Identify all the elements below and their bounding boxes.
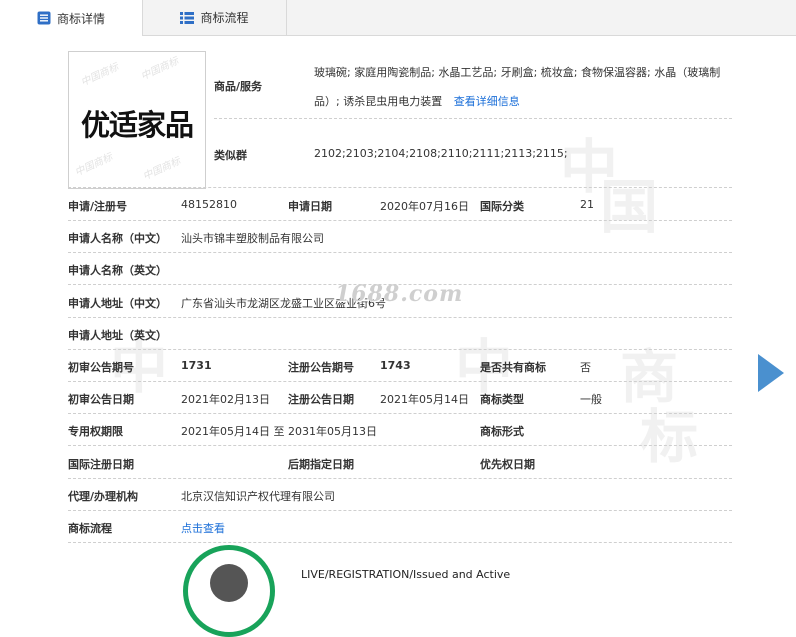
prelim-date-value: 2021年02月13日 xyxy=(181,393,270,406)
divider xyxy=(214,118,732,119)
intl-reg-date-label: 国际注册日期 xyxy=(68,458,134,471)
status-seal-icon xyxy=(183,545,275,637)
watermark-char-4: 标 xyxy=(640,403,699,471)
tm-type-label: 商标类型 xyxy=(480,393,524,406)
apply-date-value: 2020年07月16日 xyxy=(380,200,469,213)
agent-value: 北京汉信知识产权代理有限公司 xyxy=(181,490,335,503)
stamp-watermark: 中国商标 xyxy=(139,55,181,83)
trademark-logo-text: 优适家品 xyxy=(80,108,194,142)
tab-label: 商标详情 xyxy=(56,11,105,26)
view-details-link[interactable]: 查看详细信息 xyxy=(454,95,520,108)
reg-no-value: 48152810 xyxy=(181,198,237,211)
divider xyxy=(68,478,732,479)
list-icon xyxy=(180,11,195,24)
seal-center xyxy=(210,564,248,602)
divider xyxy=(68,413,732,414)
exclusive-value: 2021年05月14日 至 2031年05月13日 xyxy=(181,425,377,438)
status-text: LIVE/REGISTRATION/Issued and Active xyxy=(301,568,511,581)
prelim-no-label: 初审公告期号 xyxy=(68,361,134,374)
divider xyxy=(68,349,732,350)
divider xyxy=(68,445,732,446)
view-process-link[interactable]: 点击查看 xyxy=(181,520,225,536)
site-watermark: 1688.com xyxy=(335,281,464,307)
reg-pub-no-label: 注册公告期号 xyxy=(288,361,354,374)
divider xyxy=(68,252,732,253)
address-en-label: 申请人地址（英文） xyxy=(68,329,167,342)
applicant-en-label: 申请人名称（英文） xyxy=(68,264,167,277)
stamp-watermark: 中国商标 xyxy=(73,151,115,179)
reg-pub-date-value: 2021年05月14日 xyxy=(380,393,469,406)
next-arrow-icon[interactable] xyxy=(758,354,784,392)
later-date-label: 后期指定日期 xyxy=(288,458,354,471)
prelim-date-label: 初审公告日期 xyxy=(68,393,134,406)
agent-label: 代理/办理机构 xyxy=(68,490,139,503)
tab-trademark-details[interactable]: 商标详情 xyxy=(0,0,143,36)
exclusive-label: 专用权期限 xyxy=(68,425,123,438)
tab-trademark-process[interactable]: 商标流程 xyxy=(143,0,287,35)
stamp-watermark: 中国商标 xyxy=(79,61,121,89)
process-label: 商标流程 xyxy=(68,522,112,535)
divider xyxy=(68,542,732,543)
similar-group-value: 2102;2103;2104;2108;2110;2111;2113;2115; xyxy=(314,147,568,160)
divider xyxy=(68,220,732,221)
divider xyxy=(68,317,732,318)
divider xyxy=(68,381,732,382)
intl-class-label: 国际分类 xyxy=(480,200,524,213)
divider xyxy=(68,510,732,511)
reg-pub-date-label: 注册公告日期 xyxy=(288,393,354,406)
tm-type-value: 一般 xyxy=(580,393,602,406)
apply-date-label: 申请日期 xyxy=(288,200,332,213)
intl-class-value: 21 xyxy=(580,198,594,211)
goods-label: 商品/服务 xyxy=(214,80,263,93)
applicant-cn-value: 汕头市锦丰塑胶制品有限公司 xyxy=(181,232,324,245)
divider xyxy=(68,187,732,188)
shared-value: 否 xyxy=(580,361,591,374)
goods-list: 玻璃碗; 家庭用陶瓷制品; 水晶工艺品; 牙刷盒; 梳妆盒; 食物保温容器; 水… xyxy=(314,58,734,116)
reg-no-label: 申请/注册号 xyxy=(68,200,128,213)
shared-label: 是否共有商标 xyxy=(480,361,546,374)
prelim-no-value: 1731 xyxy=(181,359,212,372)
trademark-image: 中国商标 中国商标 中国商标 中国商标 优适家品 xyxy=(68,51,206,189)
tm-form-label: 商标形式 xyxy=(480,425,524,438)
tab-bar: 商标详情 商标流程 xyxy=(0,0,796,36)
priority-date-label: 优先权日期 xyxy=(480,458,535,471)
address-cn-label: 申请人地址（中文） xyxy=(68,297,167,310)
stamp-watermark: 中国商标 xyxy=(141,155,183,183)
document-list-icon xyxy=(37,11,51,25)
tab-label: 商标流程 xyxy=(200,11,249,25)
similar-group-label: 类似群 xyxy=(214,149,247,162)
applicant-cn-label: 申请人名称（中文） xyxy=(68,232,167,245)
reg-pub-no-value: 1743 xyxy=(380,359,411,372)
watermark-char-2: 国 xyxy=(600,173,659,241)
